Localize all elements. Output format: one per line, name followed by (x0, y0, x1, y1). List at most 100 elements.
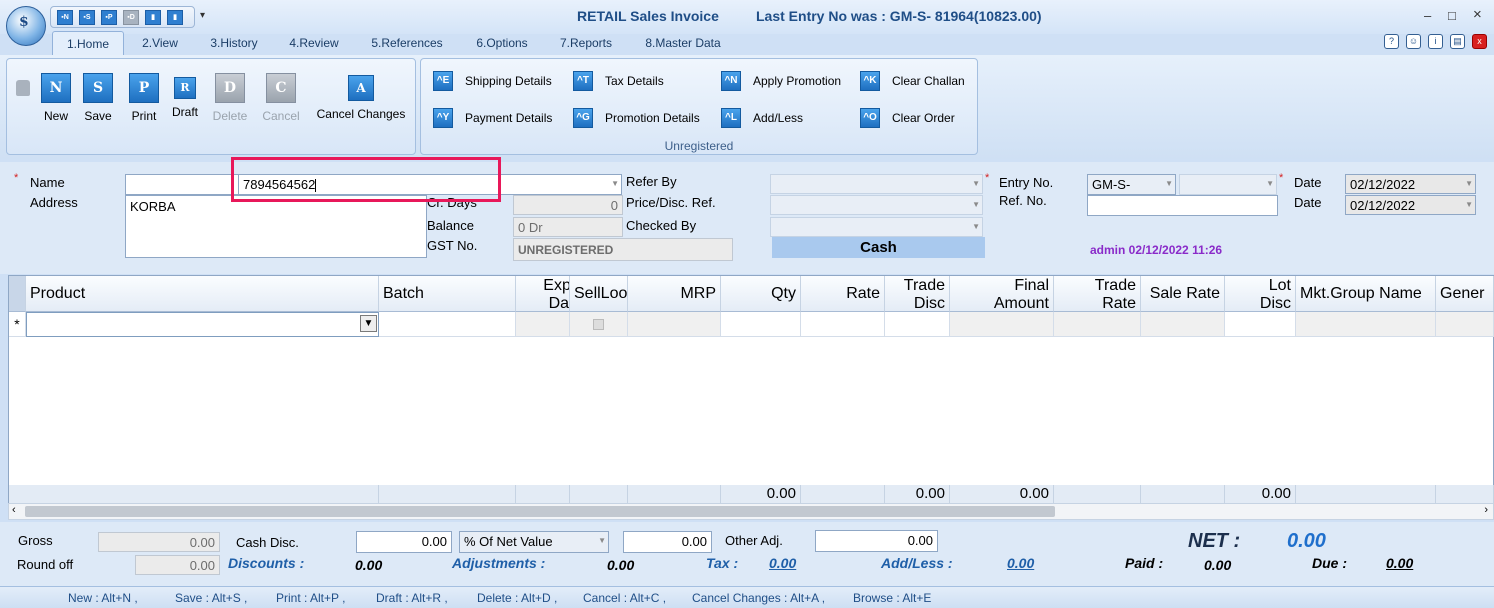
price-disc-ref-select[interactable]: ▼ (770, 195, 983, 215)
tab-options[interactable]: 6.Options (468, 31, 536, 55)
entry-prefix-dropdown-icon[interactable]: ▼ (1165, 179, 1173, 188)
quick-print-icon[interactable]: ▪P (101, 10, 117, 25)
tab-review[interactable]: 4.Review (280, 31, 348, 55)
info-icon[interactable]: i (1428, 34, 1443, 49)
quick-window-icon[interactable]: ▮ (145, 10, 161, 25)
clear-challan-button[interactable]: ^K Clear Challan (860, 71, 975, 93)
trade-rate-cell[interactable] (1054, 312, 1141, 337)
payment-details-button[interactable]: ^Y Payment Details (433, 108, 563, 130)
final-amount-cell[interactable] (950, 312, 1054, 337)
expiry-cell[interactable] (516, 312, 570, 337)
col-batch[interactable]: Batch (379, 276, 516, 312)
scrollbar-thumb[interactable] (25, 506, 1055, 517)
cash-disc-field[interactable]: 0.00 (356, 531, 452, 553)
generic-cell[interactable] (1436, 312, 1494, 337)
col-product[interactable]: Product (26, 276, 379, 312)
entry-no-dropdown-icon[interactable]: ▼ (1266, 179, 1274, 188)
cancel-changes-button[interactable]: A Cancel Changes (313, 73, 409, 121)
name-prefix-field[interactable] (125, 174, 241, 195)
col-lot-disc[interactable]: Lot Disc (1225, 276, 1296, 312)
addless-value-link[interactable]: 0.00 (1007, 555, 1034, 571)
rate-cell[interactable] (801, 312, 885, 337)
scroll-right-icon[interactable]: › (1484, 504, 1488, 516)
name-dropdown-icon[interactable]: ▼ (611, 179, 619, 188)
cash-disc-mode-dropdown-icon[interactable]: ▼ (598, 536, 606, 545)
tax-value-link[interactable]: 0.00 (769, 555, 796, 571)
minimize-button[interactable]: – (1424, 8, 1431, 23)
tab-master-data[interactable]: 8.Master Data (636, 31, 730, 55)
mrp-cell[interactable] (628, 312, 721, 337)
address-field[interactable]: KORBA (125, 195, 427, 258)
refer-by-select[interactable]: ▼ (770, 174, 983, 194)
price-disc-dropdown-icon[interactable]: ▼ (972, 200, 980, 209)
cancel-button[interactable]: C Cancel (259, 73, 303, 123)
support-icon[interactable]: ☺ (1406, 34, 1421, 49)
payment-mode-cash[interactable]: Cash (772, 237, 985, 258)
tab-home[interactable]: 1.Home (52, 31, 124, 55)
quick-delete-icon[interactable]: ▪D (123, 10, 139, 25)
col-final-amount[interactable]: Final Amount (950, 276, 1054, 312)
tax-details-button[interactable]: ^T Tax Details (573, 71, 703, 93)
quick-access-dropdown-icon[interactable]: ▾ (200, 10, 205, 21)
save-button[interactable]: S Save (79, 73, 117, 123)
help-icon[interactable]: ? (1384, 34, 1399, 49)
notes-icon[interactable]: ▤ (1450, 34, 1465, 49)
checked-by-select[interactable]: ▼ (770, 217, 983, 237)
ref-no-field[interactable] (1087, 195, 1278, 216)
quick-save-icon[interactable]: ▪S (79, 10, 95, 25)
exit-icon[interactable]: x (1472, 34, 1487, 49)
horizontal-scrollbar[interactable]: ‹ › (8, 503, 1494, 520)
clear-order-button[interactable]: ^O Clear Order (860, 108, 970, 130)
tab-view[interactable]: 2.View (130, 31, 190, 55)
trade-disc-cell[interactable] (885, 312, 950, 337)
quick-new-icon[interactable]: ▪N (57, 10, 73, 25)
qty-cell[interactable] (721, 312, 801, 337)
tab-reports[interactable]: 7.Reports (550, 31, 622, 55)
close-button[interactable]: × (1473, 6, 1482, 23)
add-less-button[interactable]: ^L Add/Less (721, 108, 831, 130)
draft-button[interactable]: R Draft (167, 73, 203, 119)
col-mkt-group-name[interactable]: Mkt.Group Name (1296, 276, 1436, 312)
product-cell-input[interactable]: ▼ (26, 312, 379, 337)
product-dropdown-icon[interactable]: ▼ (360, 315, 377, 332)
col-expiry-date[interactable]: Expiry Date (516, 276, 570, 312)
cash-disc-mode-select[interactable]: % Of Net Value ▼ (459, 531, 609, 553)
entry-no-select[interactable]: ▼ (1179, 174, 1277, 195)
sellloo-cell[interactable] (570, 312, 628, 337)
scroll-left-icon[interactable]: ‹ (12, 504, 16, 516)
batch-cell[interactable] (379, 312, 516, 337)
col-sale-rate[interactable]: Sale Rate (1141, 276, 1225, 312)
shipping-details-button[interactable]: ^E Shipping Details (433, 71, 563, 93)
quick-window2-icon[interactable]: ▮ (167, 10, 183, 25)
lot-disc-cell[interactable] (1225, 312, 1296, 337)
print-button[interactable]: P Print (125, 73, 163, 123)
cash-disc-amount-field[interactable]: 0.00 (623, 531, 712, 553)
apply-promotion-button[interactable]: ^N Apply Promotion (721, 71, 851, 93)
col-trade-rate[interactable]: Trade Rate (1054, 276, 1141, 312)
tab-references[interactable]: 5.References (360, 31, 454, 55)
refer-by-dropdown-icon[interactable]: ▼ (972, 179, 980, 188)
delete-button[interactable]: D Delete (209, 73, 251, 123)
tab-history[interactable]: 3.History (200, 31, 268, 55)
promotion-details-button[interactable]: ^G Promotion Details (573, 108, 713, 130)
entry-prefix-select[interactable]: GM-S- ▼ (1087, 174, 1176, 195)
maximize-button[interactable]: □ (1448, 8, 1456, 23)
col-qty[interactable]: Qty (721, 276, 801, 312)
col-rate[interactable]: Rate (801, 276, 885, 312)
checked-by-dropdown-icon[interactable]: ▼ (972, 222, 980, 231)
col-generic[interactable]: Gener (1436, 276, 1494, 312)
col-mrp[interactable]: MRP (628, 276, 721, 312)
sellloo-checkbox[interactable] (593, 319, 604, 330)
sale-rate-cell[interactable] (1141, 312, 1225, 337)
new-button[interactable]: N New (37, 73, 75, 123)
due-value-link[interactable]: 0.00 (1386, 555, 1413, 571)
col-trade-disc[interactable]: Trade Disc (885, 276, 950, 312)
date2-picker[interactable]: 02/12/2022 ▼ (1345, 195, 1476, 215)
mkt-group-cell[interactable] (1296, 312, 1436, 337)
date-picker[interactable]: 02/12/2022 ▼ (1345, 174, 1476, 194)
date2-dropdown-icon[interactable]: ▼ (1465, 200, 1473, 209)
col-sellloo[interactable]: SellLoo (570, 276, 628, 312)
date-dropdown-icon[interactable]: ▼ (1465, 179, 1473, 188)
app-logo-icon[interactable]: $ (6, 6, 46, 46)
other-adj-field[interactable]: 0.00 (815, 530, 938, 552)
